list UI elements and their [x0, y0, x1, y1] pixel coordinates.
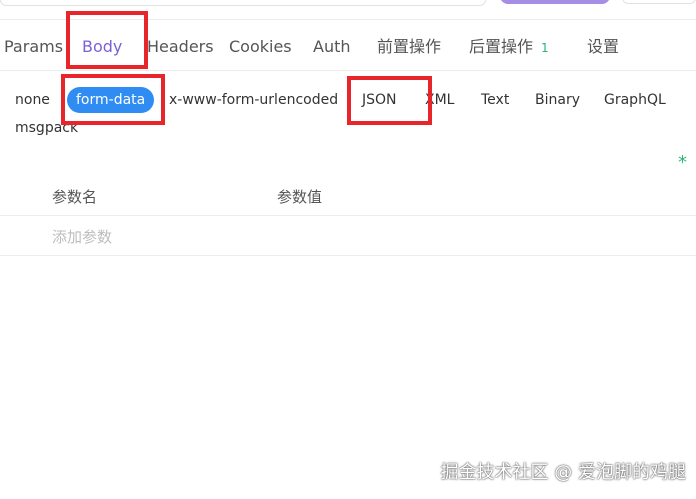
body-type-form-data[interactable]: form-data: [67, 87, 155, 113]
tab-headers[interactable]: Headers: [147, 35, 214, 59]
form-data-params-table: 参数名 参数值 添加参数: [0, 174, 696, 256]
tab-settings[interactable]: 设置: [587, 35, 619, 59]
body-type-xml[interactable]: XML: [425, 87, 454, 113]
body-type-json[interactable]: JSON: [362, 87, 397, 113]
send-button[interactable]: [500, 0, 610, 4]
table-header: 参数名 参数值: [0, 174, 696, 216]
tab-auth[interactable]: Auth: [313, 35, 351, 59]
body-type-text[interactable]: Text: [481, 87, 509, 113]
required-marker: *: [678, 152, 687, 173]
body-type-none[interactable]: none: [15, 87, 50, 113]
tab-post-operations-label: 后置操作: [469, 37, 534, 56]
tab-cookies[interactable]: Cookies: [229, 35, 292, 59]
param-name-header: 参数名: [52, 188, 98, 206]
tab-pre-operations[interactable]: 前置操作: [377, 35, 441, 59]
tab-params[interactable]: Params: [4, 35, 63, 59]
watermark: 掘金技术社区 @ 爱泡脚的鸡腿: [440, 462, 686, 483]
body-type-binary[interactable]: Binary: [535, 87, 580, 113]
tab-body[interactable]: Body: [82, 35, 122, 59]
post-operations-count-badge: 1: [541, 41, 549, 55]
request-tabs: Params Body Headers Cookies Auth 前置操作 后置…: [0, 21, 696, 71]
save-button[interactable]: [622, 0, 696, 4]
add-param-row[interactable]: 添加参数: [0, 216, 696, 256]
body-type-urlencoded[interactable]: x-www-form-urlencoded: [169, 87, 338, 113]
add-param-placeholder[interactable]: 添加参数: [52, 226, 112, 247]
url-input[interactable]: [0, 0, 486, 6]
body-type-graphql[interactable]: GraphQL: [604, 87, 666, 113]
request-url-bar: [0, 0, 696, 20]
param-value-header: 参数值: [277, 188, 323, 206]
api-request-panel: Params Body Headers Cookies Auth 前置操作 后置…: [0, 0, 696, 499]
tab-post-operations[interactable]: 后置操作 1: [469, 35, 549, 59]
body-type-selector: none form-data x-www-form-urlencoded JSO…: [0, 80, 696, 140]
body-type-msgpack[interactable]: msgpack: [15, 115, 78, 141]
